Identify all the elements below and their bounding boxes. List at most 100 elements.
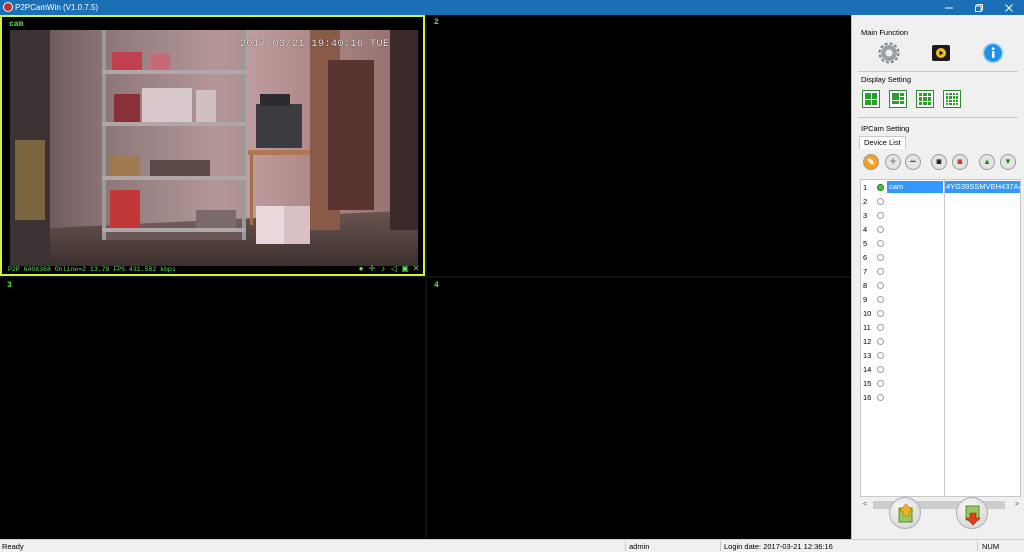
camera-delete-button[interactable]: ◙ [952,154,968,170]
scroll-left-icon[interactable]: < [863,500,867,510]
device-list[interactable]: 1 cam 4YG39SSMVEH437A41 2 3 4 5 6 7 8 9 10 11 12 13 14 1… [860,179,1021,497]
status-dot-icon [877,296,884,303]
status-dot-icon [877,352,884,359]
scroll-right-icon[interactable]: > [1015,500,1019,510]
device-row[interactable]: 12 [861,335,1020,349]
export-button[interactable] [956,497,988,529]
device-row[interactable]: 3 [861,209,1020,223]
restore-button[interactable] [964,0,994,15]
device-index: 10 [863,309,872,318]
horizontal-scrollbar[interactable]: < > [861,500,1021,510]
settings-button[interactable] [878,42,900,64]
device-name [887,377,943,389]
move-down-button[interactable]: ▼ [1000,154,1016,170]
status-bar: Ready admin Login date: 2017-03-21 12:36… [0,539,1024,551]
title-bar: P2PCamWin (V1.0.7.5) [0,0,1024,15]
display-setting-label: Display Setting [861,75,912,84]
device-index: 9 [863,295,868,304]
close-icon[interactable]: ✕ [412,265,420,273]
device-row[interactable]: 8 [861,279,1020,293]
device-row[interactable]: 16 [861,391,1020,405]
video-pane-2[interactable]: 2 [427,15,851,276]
device-uid [945,209,1020,221]
record-icon[interactable]: ● [357,265,365,273]
device-name [887,321,943,333]
pane-label: 3 [7,281,12,290]
device-row[interactable]: 13 [861,349,1020,363]
device-name [887,307,943,319]
device-row[interactable]: 10 [861,307,1020,321]
device-row[interactable]: 11 [861,321,1020,335]
device-uid [945,335,1020,347]
device-uid [945,279,1020,291]
layout-9-button[interactable] [916,90,934,108]
status-dot-icon [877,254,884,261]
device-row[interactable]: 1 cam 4YG39SSMVEH437A41 [861,181,1021,195]
video-pane-3[interactable]: 3 [0,278,425,539]
device-index: 16 [863,393,872,402]
pane-label: 2 [434,18,439,27]
remove-device-button[interactable]: − [905,154,921,170]
layout-6-button[interactable] [889,90,907,108]
playback-button[interactable] [930,42,952,64]
minimize-icon [945,7,953,8]
video-pane-4[interactable]: 4 [427,278,851,539]
camera-settings-button[interactable]: ◙ [931,154,947,170]
device-row[interactable]: 9 [861,293,1020,307]
speaker-icon[interactable]: ◁ [390,265,398,273]
status-dot-icon [877,184,884,191]
edit-icon: ✎ [867,156,875,167]
status-login-date: Login date: 2017-03-21 12:36:16 [724,542,833,551]
status-dot-icon [877,380,884,387]
device-row[interactable]: 2 [861,195,1020,209]
device-name [887,279,943,291]
status-dot-icon [877,310,884,317]
remove-icon: − [909,155,917,168]
snapshot-icon[interactable]: ▣ [401,265,409,273]
video-grid: cam 2017/03/21 19:40:16 TUE P2P 640X368 … [0,15,851,539]
device-name [887,223,943,235]
device-name [887,363,943,375]
device-uid [945,251,1020,263]
stream-status: P2P 640X368 Online=2 13.79 FPS 431.582 k… [8,266,176,273]
minimize-button[interactable] [934,0,964,15]
device-index: 15 [863,379,872,388]
import-button[interactable] [889,497,921,529]
status-dot-icon [877,282,884,289]
close-button[interactable] [994,0,1024,15]
status-divider [720,541,721,551]
tab-device-list[interactable]: Device List [859,136,906,149]
playback-icon [932,45,950,61]
add-device-button[interactable]: + [885,154,901,170]
device-row[interactable]: 15 [861,377,1020,391]
edit-device-button[interactable]: ✎ [863,154,879,170]
device-uid [945,237,1020,249]
side-panel: Main Function Display Setting IPCam Sett… [851,15,1024,539]
status-dot-icon [877,338,884,345]
device-row[interactable]: 5 [861,237,1020,251]
window-title: P2PCamWin (V1.0.7.5) [15,3,99,12]
mic-icon[interactable]: ♪ [379,265,387,273]
device-row[interactable]: 14 [861,363,1020,377]
ptz-move-icon[interactable]: ✛ [368,265,376,273]
device-row[interactable]: 6 [861,251,1020,265]
device-name [887,195,943,207]
layout-4-button[interactable] [862,90,880,108]
device-name: cam [887,181,943,193]
status-dot-icon [877,366,884,373]
about-button[interactable] [982,42,1004,64]
device-uid [945,377,1020,389]
app-icon [3,2,13,12]
move-up-button[interactable]: ▲ [979,154,995,170]
video-pane-1[interactable]: cam 2017/03/21 19:40:16 TUE P2P 640X368 … [0,15,425,276]
device-uid: 4YG39SSMVEH437A41 [945,181,1021,193]
device-name [887,209,943,221]
device-index: 8 [863,281,868,290]
device-row[interactable]: 7 [861,265,1020,279]
device-uid [945,363,1020,375]
camera-settings-icon: ◙ [936,157,942,166]
device-row[interactable]: 4 [861,223,1020,237]
device-uid [945,349,1020,361]
layout-16-button[interactable] [943,90,961,108]
pane-label: 4 [434,281,439,290]
